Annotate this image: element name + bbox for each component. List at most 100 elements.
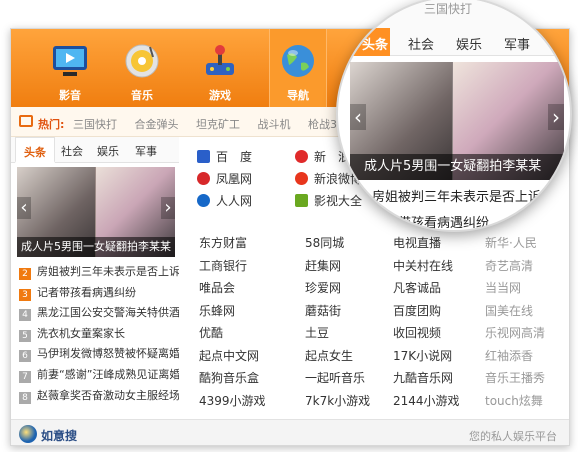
tab-military[interactable]: 军事	[135, 143, 157, 159]
news-title[interactable]: 黑龙江国公安交警海关特供酒	[37, 306, 179, 319]
site-link-baidu[interactable]: 百 度	[197, 147, 252, 167]
news-title[interactable]: 赵薇拿奖否奋激动女主服经场	[37, 389, 179, 402]
cd-icon	[123, 43, 161, 79]
lens-tab-entertainment[interactable]: 娱乐	[456, 34, 482, 53]
site-link[interactable]: 赶集网	[305, 255, 341, 277]
lens-tab-military[interactable]: 军事	[504, 34, 530, 53]
hot-link[interactable]: 坦克矿工	[196, 118, 240, 131]
globe-icon	[279, 43, 317, 79]
site-link[interactable]: 一起听音乐	[305, 367, 365, 389]
lens-photo-carousel[interactable]: ‹ › 成人片5男围一女疑翻拍李某某	[350, 62, 564, 180]
site-directory-grid: 东方财富 58同城 电视直播 新华·人民工商银行 赶集网 中关村在线 奇艺高清唯品会 珍爱网 凡…	[189, 232, 569, 412]
speaker-icon	[19, 115, 33, 127]
list-item[interactable]: 2 房姐被判三年未表示是否上诉	[19, 262, 179, 283]
site-link[interactable]: 工商银行	[199, 255, 247, 277]
news-photo-carousel[interactable]: ‹ › 成人片5男围一女疑翻拍李某某	[17, 167, 175, 257]
rank-badge: 4	[19, 309, 31, 322]
app-game-button[interactable]: 游戏	[191, 43, 249, 107]
chevron-left-icon[interactable]: ‹	[17, 197, 31, 219]
list-item[interactable]: 6 马伊琍发微博怒赞被怀疑离婚	[19, 344, 179, 365]
site-link[interactable]: 起点中文网	[199, 345, 259, 367]
site-name: 百 度	[216, 150, 253, 164]
site-link[interactable]: 蘑菇街	[305, 300, 341, 322]
app-game-label: 游戏	[209, 89, 231, 102]
site-link[interactable]: 国美在线	[485, 300, 533, 322]
site-link-ifeng[interactable]: 凤凰网	[197, 169, 252, 189]
app-video-label: 影音	[59, 89, 81, 102]
site-link[interactable]: 土豆	[305, 322, 329, 344]
tab-headline[interactable]: 头条	[15, 137, 55, 163]
lens-list-item[interactable]: 2 房姐被判三年未表示是否上诉	[348, 186, 541, 206]
site-link[interactable]: 百度团购	[393, 300, 441, 322]
site-link[interactable]: 乐视网高清	[485, 322, 545, 344]
list-item[interactable]: 7 前妻“感谢”汪峰成熟见证离婚	[19, 365, 179, 386]
news-title[interactable]: 记者带孩看病遇纠纷	[37, 286, 136, 299]
site-link[interactable]: 电视直播	[393, 232, 441, 254]
tab-society[interactable]: 社会	[61, 143, 83, 159]
site-name: 人人网	[216, 194, 253, 208]
site-link[interactable]: 乐蜂网	[199, 300, 235, 322]
site-link[interactable]: 珍爱网	[305, 277, 341, 299]
list-item[interactable]: 5 洗衣机女童案家长	[19, 324, 179, 345]
site-link[interactable]: 58同城	[305, 232, 344, 254]
app-music-button[interactable]: 音乐	[113, 43, 171, 107]
site-link[interactable]: 优酷	[199, 322, 223, 344]
site-link[interactable]: 收回视频	[393, 322, 441, 344]
renren-icon	[197, 194, 210, 207]
hot-link[interactable]: 三国快打	[73, 118, 117, 131]
lens-header: 三国快打	[338, 0, 570, 28]
site-link[interactable]: 唯品会	[199, 277, 235, 299]
footer-bar: 如意搜 您的私人娱乐平台	[11, 419, 569, 445]
news-title[interactable]: 房姐被判三年未表示是否上诉	[37, 265, 179, 278]
site-link[interactable]: 音乐王播秀	[485, 367, 545, 389]
hot-link[interactable]: 战斗机	[258, 118, 291, 131]
site-link[interactable]: 新华·人民	[485, 232, 537, 254]
list-item[interactable]: 4 黑龙江国公安交警海关特供酒	[19, 303, 179, 324]
chevron-right-icon[interactable]: ›	[161, 197, 175, 219]
hot-link[interactable]: 合金弹头	[135, 118, 179, 131]
news-title[interactable]: 洗衣机女童案家长	[37, 327, 125, 340]
site-link[interactable]: 起点女生	[305, 345, 353, 367]
site-link-renren[interactable]: 人人网	[197, 191, 252, 211]
site-link[interactable]: 酷狗音乐盒	[199, 367, 259, 389]
rank-badge: 2	[19, 268, 31, 280]
photo-caption[interactable]: 成人片5男围一女疑翻拍李某某	[17, 237, 175, 257]
tab-entertainment[interactable]: 娱乐	[97, 143, 119, 159]
joystick-icon	[201, 43, 239, 79]
footer-brand[interactable]: 如意搜	[41, 427, 77, 444]
lens-tab-society[interactable]: 社会	[408, 34, 434, 53]
ruyisou-logo-icon[interactable]	[19, 425, 37, 443]
rank-badge: 8	[19, 391, 31, 404]
news-title[interactable]: 房姐被判三年未表示是否上诉	[372, 190, 541, 205]
site-link[interactable]: 4399小游戏	[199, 390, 266, 412]
lens-hot-link[interactable]: 三国快打	[424, 0, 472, 17]
site-link[interactable]: 东方财富	[199, 232, 247, 254]
site-link[interactable]: 奇艺高清	[485, 255, 533, 277]
site-name: 凤凰网	[216, 172, 253, 186]
site-link[interactable]: 2144小游戏	[393, 390, 460, 412]
site-link[interactable]: 凡客诚品	[393, 277, 441, 299]
news-title[interactable]: 马伊琍发微博怒赞被怀疑离婚	[37, 347, 179, 360]
news-title[interactable]: 记者带孩看病遇纠纷	[372, 216, 489, 230]
chevron-left-icon[interactable]: ‹	[350, 104, 366, 130]
site-link[interactable]: 九酷音乐网	[393, 367, 453, 389]
rank-badge: 2	[348, 190, 364, 206]
news-title[interactable]: 前妻“感谢”汪峰成熟见证离婚	[37, 368, 179, 381]
rank-badge: 7	[19, 370, 31, 383]
app-video-button[interactable]: 影音	[41, 43, 99, 107]
chevron-right-icon[interactable]: ›	[548, 104, 564, 130]
site-link[interactable]: 红袖添香	[485, 345, 533, 367]
app-nav-button[interactable]: 导航	[269, 29, 327, 107]
site-link[interactable]: 当当网	[485, 277, 521, 299]
weibo-icon	[295, 172, 308, 185]
lens-photo-caption[interactable]: 成人片5男围一女疑翻拍李某某	[350, 154, 564, 180]
site-link[interactable]: 中关村在线	[393, 255, 453, 277]
lens-list-item[interactable]: 记者带孩看病遇纠纷	[372, 212, 489, 230]
site-link[interactable]: 17K小说网	[393, 345, 452, 367]
hot-label: 热门:	[38, 118, 65, 131]
list-item[interactable]: 8 赵薇拿奖否奋激动女主服经场	[19, 386, 179, 407]
list-item[interactable]: 3 记者带孩看病遇纠纷	[19, 283, 179, 304]
lens-tab-headline[interactable]: 头条	[338, 28, 390, 56]
site-link[interactable]: touch炫舞	[485, 390, 543, 412]
site-link[interactable]: 7k7k小游戏	[305, 390, 370, 412]
